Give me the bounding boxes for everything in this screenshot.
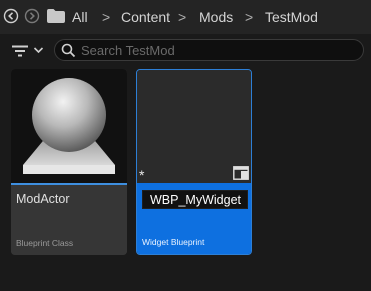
unsaved-marker: * bbox=[139, 167, 145, 183]
breadcrumb-content[interactable]: Content bbox=[121, 9, 170, 25]
breadcrumb-all[interactable]: All bbox=[72, 9, 88, 25]
folder-icon bbox=[47, 9, 65, 23]
asset-name: ModActor bbox=[16, 192, 70, 206]
path-bar: All > Content > Mods > TestMod bbox=[0, 0, 371, 34]
sphere-pedestal-icon bbox=[23, 78, 115, 174]
back-icon[interactable] bbox=[3, 8, 19, 24]
breadcrumb-testmod[interactable]: TestMod bbox=[265, 9, 318, 25]
breadcrumb-mods[interactable]: Mods bbox=[199, 9, 233, 25]
search-icon bbox=[61, 43, 76, 58]
asset-info: ModActor Blueprint Class bbox=[11, 185, 127, 255]
asset-tile-modactor[interactable]: ModActor Blueprint Class bbox=[11, 69, 127, 255]
asset-thumbnail: * bbox=[137, 70, 251, 183]
search-input[interactable] bbox=[81, 41, 351, 59]
asset-info: Widget Blueprint bbox=[137, 183, 251, 254]
chevron-down-icon bbox=[33, 47, 44, 54]
toolbar bbox=[0, 34, 371, 66]
asset-thumbnail bbox=[11, 69, 127, 183]
asset-tile-wbp-mywidget[interactable]: * Widget Blueprint bbox=[136, 69, 252, 255]
widget-blueprint-icon bbox=[233, 166, 249, 180]
rename-field[interactable] bbox=[142, 190, 248, 209]
filter-button[interactable] bbox=[10, 41, 48, 61]
asset-grid: ModActor Blueprint Class * Widget Bluepr… bbox=[0, 66, 371, 291]
asset-type-label: Blueprint Class bbox=[16, 238, 74, 248]
search-box[interactable] bbox=[54, 39, 364, 61]
breadcrumb-separator: > bbox=[178, 9, 187, 25]
filter-icon bbox=[12, 45, 28, 57]
forward-icon[interactable] bbox=[24, 8, 40, 24]
breadcrumb-separator: > bbox=[102, 9, 111, 25]
breadcrumb-separator: > bbox=[245, 9, 254, 25]
asset-type-label: Widget Blueprint bbox=[142, 237, 205, 247]
